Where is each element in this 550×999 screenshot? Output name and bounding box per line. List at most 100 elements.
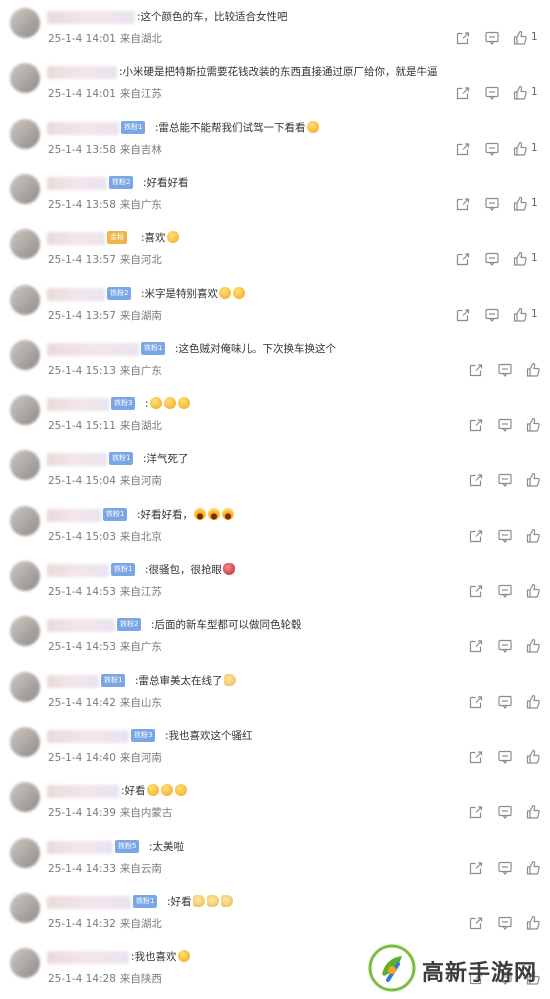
comment-location: 来自北京 [119,530,162,543]
comment-icon[interactable] [497,583,513,599]
username[interactable] [47,398,109,412]
username[interactable] [47,895,131,909]
thumbs-up-icon[interactable] [525,362,541,378]
avatar[interactable] [10,782,40,813]
share-icon[interactable] [468,583,484,599]
comment-date: 25-1-4 14:01 [48,33,116,45]
emoji-icon [192,894,205,907]
comment-meta: 25-1-4 15:11 来自湖北 [48,418,162,433]
share-icon[interactable] [468,749,484,765]
share-icon[interactable] [455,307,471,323]
comment-icon[interactable] [484,251,500,267]
share-icon[interactable] [468,638,484,654]
comment-icon[interactable] [484,141,500,157]
username[interactable] [47,729,129,743]
username[interactable] [47,287,105,301]
thumbs-up-icon[interactable] [525,804,541,820]
share-icon[interactable] [468,694,484,710]
username[interactable] [47,66,117,80]
share-icon[interactable] [468,915,484,931]
share-icon[interactable] [468,472,484,488]
username[interactable] [47,176,107,190]
thumbs-up-icon[interactable] [525,583,541,599]
comment-icon[interactable] [484,85,500,101]
avatar[interactable] [10,339,40,370]
avatar[interactable] [10,948,40,979]
comment-icon[interactable] [497,417,513,433]
emoji-icon [160,784,173,797]
comment-icon[interactable] [497,749,513,765]
avatar[interactable] [10,616,40,647]
avatar[interactable] [10,118,40,149]
thumbs-up-icon[interactable] [512,307,528,323]
comment-row: 铁粉1:好看好看， 25-1-4 15:03 来自北京 [0,502,550,557]
thumbs-up-icon[interactable] [525,915,541,931]
avatar[interactable] [10,173,40,204]
comment-row: 铁粉2:好看好看 25-1-4 13:58 来自广东 1 [0,170,550,225]
username[interactable] [47,342,139,356]
share-icon[interactable] [468,528,484,544]
avatar[interactable] [10,395,40,426]
username[interactable] [47,564,109,577]
avatar[interactable] [10,450,40,481]
avatar[interactable] [10,63,40,94]
thumbs-up-icon[interactable] [525,472,541,488]
username[interactable] [47,453,107,467]
thumbs-up-icon[interactable] [525,694,541,710]
comment-icon[interactable] [497,860,513,876]
username[interactable] [47,674,99,688]
share-icon[interactable] [468,804,484,820]
share-icon[interactable] [455,251,471,267]
username[interactable] [47,619,115,633]
share-icon[interactable] [468,362,484,378]
comment-icon[interactable] [497,472,513,488]
comment-icon[interactable] [497,638,513,654]
comment-icon[interactable] [497,804,513,820]
like-count: 1 [531,86,538,99]
avatar[interactable] [10,837,40,868]
share-icon[interactable] [468,417,484,433]
share-icon[interactable] [455,141,471,157]
avatar[interactable] [10,284,40,315]
thumbs-up-icon[interactable] [512,85,528,101]
share-icon[interactable] [468,860,484,876]
avatar[interactable] [10,8,40,38]
share-icon[interactable] [455,85,471,101]
thumbs-up-icon[interactable] [512,30,528,46]
comment-icon[interactable] [484,196,500,212]
username[interactable] [47,951,129,965]
share-icon[interactable] [455,196,471,212]
comment-date: 25-1-4 14:32 [48,917,116,930]
username[interactable] [47,785,119,799]
comment-icon[interactable] [484,30,500,46]
comment-text: :小米硬是把特斯拉需要花钱改装的东西直接通过原厂给你，就是牛逼 [119,65,438,80]
thumbs-up-icon[interactable] [525,860,541,876]
share-icon[interactable] [455,30,471,46]
thumbs-up-icon[interactable] [525,417,541,433]
thumbs-up-icon[interactable] [512,251,528,267]
username[interactable] [47,840,113,854]
avatar[interactable] [10,229,40,260]
fan-badge: 铁粉1 [111,563,136,576]
username[interactable] [47,121,119,135]
emoji-icon [306,120,319,133]
username[interactable] [47,508,101,522]
thumbs-up-icon[interactable] [525,749,541,765]
username[interactable] [47,232,105,246]
comment-icon[interactable] [497,362,513,378]
comment-icon[interactable] [497,915,513,931]
avatar[interactable] [10,671,40,702]
thumbs-up-icon[interactable] [525,528,541,544]
thumbs-up-icon[interactable] [525,638,541,654]
comment-icon[interactable] [497,694,513,710]
avatar[interactable] [10,726,40,757]
avatar[interactable] [10,505,40,536]
username[interactable] [47,11,135,24]
avatar[interactable] [10,892,40,923]
avatar[interactable] [10,561,40,591]
comment-text: :后面的新车型都可以做同色轮毂 [151,618,302,633]
comment-icon[interactable] [484,307,500,323]
comment-icon[interactable] [497,528,513,544]
thumbs-up-icon[interactable] [512,141,528,157]
thumbs-up-icon[interactable] [512,196,528,212]
